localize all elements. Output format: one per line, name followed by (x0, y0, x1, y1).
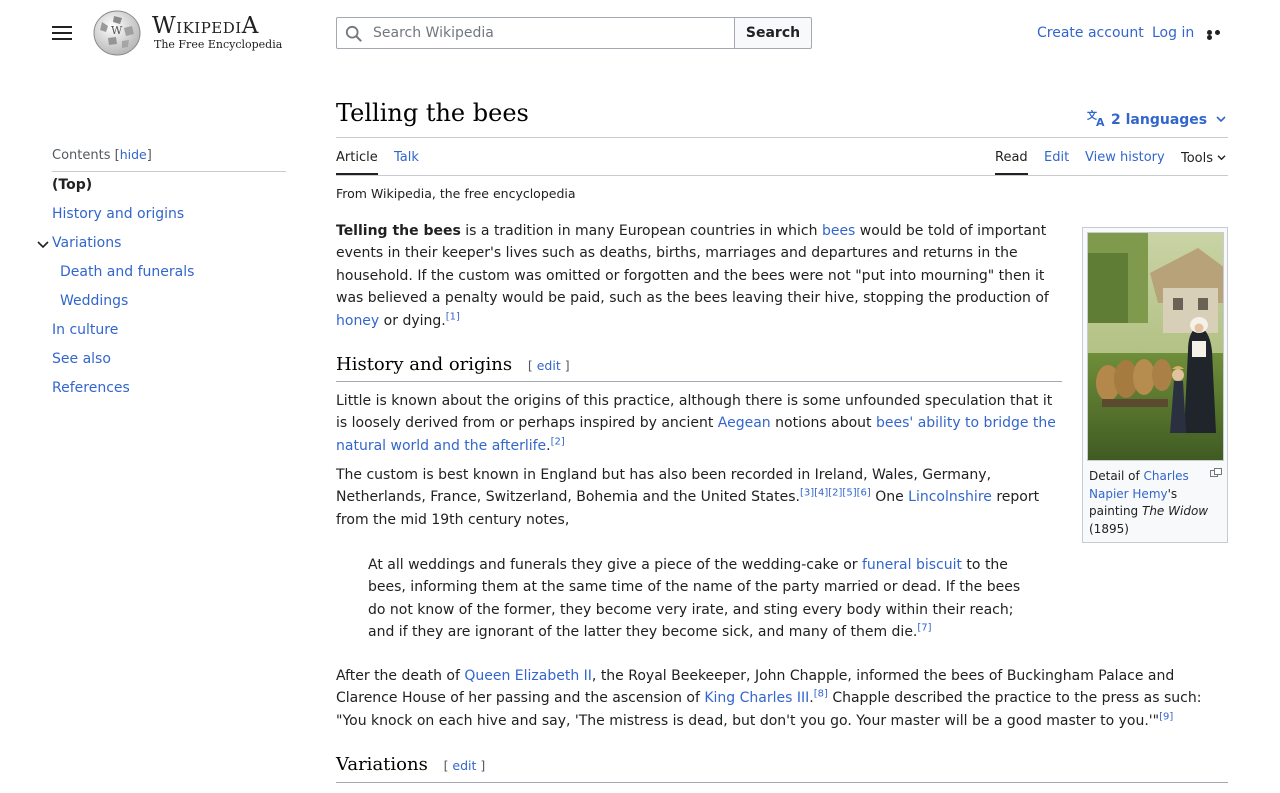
svg-text:A: A (1096, 116, 1105, 127)
caption-text: (1895) (1089, 521, 1129, 536)
tab-read[interactable]: Read (995, 150, 1028, 165)
quote-text: At all weddings and funerals they give a… (368, 557, 862, 573)
toc-item-history[interactable]: History and origins (52, 206, 184, 222)
tab-talk[interactable]: Talk (394, 150, 419, 165)
wikipedia-wordmark[interactable]: WikipediA (152, 13, 259, 39)
search-box[interactable] (336, 17, 735, 49)
enlarge-icon[interactable] (1210, 468, 1222, 477)
link-lincolnshire[interactable]: Lincolnshire (908, 489, 992, 505)
search-button[interactable]: Search (734, 17, 812, 49)
toc-item-weddings[interactable]: Weddings (60, 293, 128, 309)
history-text: One (870, 489, 909, 506)
toc-hide-link[interactable]: hide (120, 147, 147, 162)
history-text: notions about (770, 415, 876, 432)
language-count: 2 languages (1111, 112, 1208, 128)
toc-title: Contents (52, 148, 111, 163)
chevron-down-icon[interactable] (36, 238, 50, 252)
caption-text: Detail of (1089, 469, 1144, 483)
toc-item-in-culture[interactable]: In culture (52, 322, 118, 338)
link-aegean[interactable]: Aegean (718, 415, 771, 431)
variations-divider (336, 782, 1228, 783)
toc-item-see-also[interactable]: See also (52, 351, 111, 367)
tools-label: Tools (1181, 151, 1214, 166)
section-heading-variations: Variations [ edit ] (336, 754, 486, 775)
ref-1[interactable]: [1] (446, 311, 460, 322)
edit-history-link[interactable]: edit (537, 358, 561, 373)
intro-text: or dying. (379, 312, 446, 329)
log-in-link[interactable]: Log in (1152, 25, 1194, 41)
title-divider (336, 137, 1228, 138)
tab-edit[interactable]: Edit (1044, 150, 1069, 165)
painting-image[interactable] (1087, 232, 1224, 461)
ref-7[interactable]: [7] (917, 623, 931, 634)
tab-view-history[interactable]: View history (1085, 150, 1165, 165)
tabs-divider (336, 175, 1228, 176)
history-text: After the death of (336, 668, 465, 684)
intro-text: is a tradition in many European countrie… (460, 223, 822, 239)
more-options-icon[interactable] (1207, 30, 1229, 40)
translate-icon: 文 A (1087, 109, 1107, 131)
toc-item-top[interactable]: (Top) (52, 177, 92, 193)
svg-text:W: W (111, 24, 123, 37)
refs-3-6[interactable]: [3][4][2][5][6] (800, 488, 871, 499)
search-input[interactable] (373, 18, 728, 48)
thumbnail-caption: Detail of Charles Napier Hemy's painting… (1089, 468, 1209, 538)
ref-9[interactable]: [9] (1159, 711, 1173, 722)
toc-item-death-funerals[interactable]: Death and funerals (60, 264, 194, 280)
from-wikipedia-tagline: From Wikipedia, the free encyclopedia (336, 186, 576, 201)
variations-heading-text: Variations (336, 754, 428, 775)
toc-item-references[interactable]: References (52, 380, 130, 396)
chevron-down-icon (1216, 111, 1226, 127)
ref-2[interactable]: [2] (551, 436, 565, 447)
link-honey[interactable]: honey (336, 313, 379, 329)
toc-heading: Contents [hide] (52, 147, 152, 163)
history-paragraph-1: Little is known about the origins of thi… (336, 390, 1062, 457)
toc-item-variations[interactable]: Variations (52, 235, 121, 251)
intro-bold-term: Telling the bees (336, 223, 461, 239)
thumbnail-figure: Detail of Charles Napier Hemy's painting… (1082, 227, 1228, 543)
caption-title: The Widow (1142, 504, 1209, 518)
wikipedia-globe-logo[interactable]: W (92, 10, 142, 56)
link-bees[interactable]: bees (822, 223, 855, 239)
history-divider (336, 381, 1062, 382)
tools-menu[interactable]: Tools (1181, 150, 1226, 166)
section-heading-history: History and origins [ edit ] (336, 354, 570, 375)
link-queen-elizabeth[interactable]: Queen Elizabeth II (464, 668, 592, 684)
edit-variations-link[interactable]: edit (452, 758, 476, 773)
ref-8[interactable]: [8] (814, 689, 828, 700)
history-paragraph-2: The custom is best known in England but … (336, 464, 1062, 531)
blockquote: At all weddings and funerals they give a… (368, 554, 1028, 644)
toc-divider (52, 171, 286, 172)
create-account-link[interactable]: Create account (1037, 25, 1144, 41)
tab-article[interactable]: Article (336, 150, 378, 165)
history-heading-text: History and origins (336, 354, 513, 375)
search-icon (345, 25, 362, 42)
chevron-down-icon (1217, 150, 1226, 165)
history-paragraph-3: After the death of Queen Elizabeth II, t… (336, 665, 1228, 732)
page-title: Telling the bees (336, 99, 529, 127)
main-menu-button[interactable] (50, 22, 74, 44)
wikipedia-tagline: The Free Encyclopedia (154, 38, 283, 51)
intro-paragraph: Telling the bees is a tradition in many … (336, 220, 1058, 332)
language-button[interactable]: 文 A 2 languages (1087, 109, 1226, 131)
link-king-charles[interactable]: King Charles III (704, 690, 809, 706)
link-funeral-biscuit[interactable]: funeral biscuit (862, 557, 962, 573)
